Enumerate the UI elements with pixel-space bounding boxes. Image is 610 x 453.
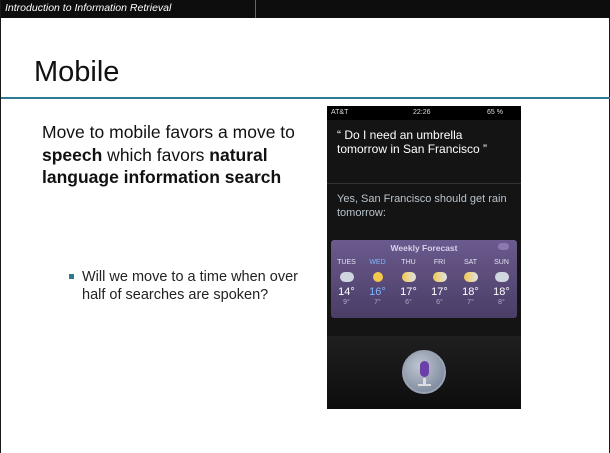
day-name: TUES xyxy=(337,259,356,266)
partly-cloudy-icon xyxy=(463,272,478,282)
header-title: Introduction to Information Retrieval xyxy=(5,2,172,14)
day-high: 18° xyxy=(493,286,510,298)
day-low: 7° xyxy=(467,299,474,306)
status-time: 22:26 xyxy=(413,109,431,116)
day-high: 14° xyxy=(338,286,355,298)
day-low: 7° xyxy=(374,299,381,306)
weather-app-icon xyxy=(498,243,509,250)
day-name: SUN xyxy=(494,259,509,266)
partly-cloudy-icon xyxy=(401,272,416,282)
forecast-day: SUN 18° 8° xyxy=(486,256,517,306)
forecast-days: TUES 14° 9° WED 16° 7° THU 17° 6° FRI 17… xyxy=(331,256,517,316)
siri-answer: Yes, San Francisco should get rain tomor… xyxy=(337,193,507,219)
weather-card: Weekly Forecast TUES 14° 9° WED 16° 7° T… xyxy=(331,240,517,318)
day-high: 18° xyxy=(462,286,479,298)
microphone-base xyxy=(418,384,431,386)
slide-title: Mobile xyxy=(34,56,120,88)
forecast-title: Weekly Forecast xyxy=(390,243,458,253)
day-low: 6° xyxy=(405,299,412,306)
carrier-label: AT&T xyxy=(331,109,349,116)
divider xyxy=(327,183,521,184)
bullet-item: Will we move to a time when over half of… xyxy=(69,268,307,304)
forecast-day: WED 16° 7° xyxy=(362,256,393,306)
body-part-2: which favors xyxy=(102,144,210,165)
forecast-day: THU 17° 6° xyxy=(393,256,424,306)
day-name: SAT xyxy=(463,259,478,266)
day-high: 16° xyxy=(369,286,386,298)
body-text: Move to mobile favors a move to speech w… xyxy=(42,121,307,189)
phone-screenshot: AT&T 22:26 65 % “ Do I need an umbrella … xyxy=(327,106,521,409)
day-name: THU xyxy=(401,259,416,266)
forecast-day: FRI 17° 6° xyxy=(424,256,455,306)
day-name: FRI xyxy=(433,259,446,266)
day-low: 9° xyxy=(343,299,350,306)
siri-question: “ Do I need an umbrella tomorrow in San … xyxy=(337,128,488,156)
forecast-day: TUES 14° 9° xyxy=(331,256,362,306)
day-high: 17° xyxy=(400,286,417,298)
microphone-button[interactable] xyxy=(402,350,446,394)
status-bar: AT&T 22:26 65 % xyxy=(327,106,521,120)
microphone-icon xyxy=(420,361,429,377)
body-part-1: Move to mobile favors a move to xyxy=(42,122,295,142)
rain-icon xyxy=(339,272,354,282)
day-name: WED xyxy=(369,259,386,266)
body-bold-speech: speech xyxy=(42,144,103,165)
battery-label: 65 % xyxy=(487,109,503,116)
day-low: 8° xyxy=(498,299,505,306)
day-low: 6° xyxy=(436,299,443,306)
bullet-text: Will we move to a time when over half of… xyxy=(82,269,298,303)
partly-cloudy-icon xyxy=(432,272,447,282)
forecast-day: SAT 18° 7° xyxy=(455,256,486,306)
slide: Introduction to Information Retrieval Mo… xyxy=(0,0,610,453)
header-bar: Introduction to Information Retrieval xyxy=(1,0,610,18)
bullet-marker xyxy=(69,274,74,279)
title-rule xyxy=(1,97,610,99)
header-divider xyxy=(255,0,256,18)
sunny-icon xyxy=(372,272,383,282)
rain-icon xyxy=(494,272,509,282)
day-high: 17° xyxy=(431,286,448,298)
